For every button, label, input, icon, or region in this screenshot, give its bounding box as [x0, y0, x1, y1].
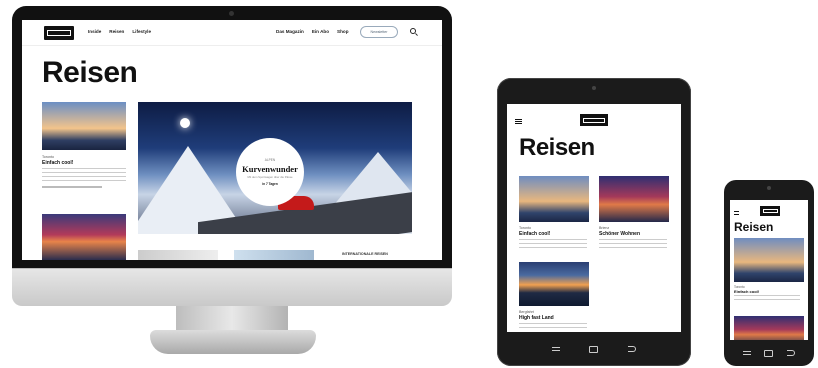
- home-icon[interactable]: [589, 345, 599, 353]
- hero-article[interactable]: ALPEN Kurvenwunder Mit dem Sportwagen üb…: [138, 102, 412, 234]
- article-meta: [42, 186, 102, 188]
- article-teaser-text: [599, 239, 667, 249]
- article-title[interactable]: Einfach cool!: [42, 160, 73, 166]
- secondary-nav: Das Magazin Ein Abo Shop: [276, 29, 349, 34]
- hamburger-menu-icon[interactable]: [515, 119, 522, 124]
- desktop-header: Inside Reisen Lifestyle Das Magazin Ein …: [22, 20, 442, 46]
- article-teaser-text: [734, 295, 800, 303]
- article-tile[interactable]: [138, 250, 218, 260]
- nav-link-lifestyle[interactable]: Lifestyle: [132, 29, 151, 34]
- camera-icon: [229, 11, 234, 16]
- page-title: Reisen: [42, 56, 138, 89]
- nav-link-abo[interactable]: Ein Abo: [312, 29, 329, 34]
- article-kicker: Bergfahrt: [519, 310, 534, 314]
- moon-graphic: [180, 118, 190, 128]
- newsletter-button[interactable]: Newsletter: [360, 26, 398, 38]
- article-kicker: Toronto: [42, 155, 54, 159]
- nav-link-reisen[interactable]: Reisen: [109, 29, 124, 34]
- menu-icon[interactable]: [551, 347, 560, 351]
- hero-duration: in 7 Tagen: [262, 182, 278, 186]
- article-title[interactable]: Schöner Wohnen: [599, 231, 640, 237]
- article-tile[interactable]: [234, 250, 314, 260]
- phone-device: Reisen Toronto Einfach cool!: [724, 180, 814, 366]
- tablet-device: Reisen Toronto Einfach cool! Brienz Schö…: [497, 78, 691, 366]
- article-title[interactable]: Einfach cool!: [734, 289, 759, 294]
- hero-title-badge[interactable]: ALPEN Kurvenwunder Mit dem Sportwagen üb…: [236, 138, 304, 206]
- back-icon[interactable]: [787, 350, 796, 356]
- article-teaser-text: [519, 239, 587, 249]
- nav-link-magazin[interactable]: Das Magazin: [276, 29, 304, 34]
- article-image-toronto[interactable]: [519, 176, 589, 222]
- article-title[interactable]: High fast Land: [519, 315, 554, 321]
- desktop-screen: Inside Reisen Lifestyle Das Magazin Ein …: [22, 20, 442, 260]
- article-image-toronto[interactable]: [734, 238, 804, 282]
- page-title: Reisen: [734, 220, 774, 234]
- search-icon[interactable]: [410, 28, 416, 34]
- article-teaser-text: [519, 323, 587, 331]
- hero-title: Kurvenwunder: [242, 164, 298, 174]
- tablet-system-nav: [537, 340, 651, 358]
- hero-subtitle: Mit dem Sportwagen über die Pässe: [247, 175, 293, 179]
- monitor-stand: [176, 306, 288, 332]
- site-logo[interactable]: [580, 114, 608, 126]
- article-title[interactable]: Einfach cool!: [519, 231, 550, 237]
- hero-kicker: ALPEN: [264, 158, 276, 162]
- camera-icon: [767, 186, 771, 190]
- phone-system-nav: [736, 346, 802, 360]
- main-nav: Inside Reisen Lifestyle: [88, 29, 151, 34]
- back-icon[interactable]: [628, 346, 637, 352]
- site-logo[interactable]: [44, 26, 74, 40]
- camera-icon: [592, 86, 596, 90]
- nav-link-inside[interactable]: Inside: [88, 29, 101, 34]
- article-image-brienz[interactable]: [599, 176, 669, 222]
- section-heading: INTERNATIONALE REISEN: [342, 252, 388, 256]
- phone-screen: Reisen Toronto Einfach cool!: [730, 200, 808, 340]
- desktop-monitor: Inside Reisen Lifestyle Das Magazin Ein …: [12, 6, 452, 268]
- article-image-toronto[interactable]: [42, 102, 126, 150]
- article-image-sunset[interactable]: [42, 214, 126, 260]
- article-image-sunset[interactable]: [734, 316, 804, 340]
- article-kicker: Brienz: [599, 226, 610, 230]
- article-kicker: Toronto: [519, 226, 531, 230]
- monitor-base: [150, 330, 316, 354]
- home-icon[interactable]: [764, 349, 774, 357]
- hamburger-menu-icon[interactable]: [734, 211, 739, 215]
- article-teaser-text: [42, 168, 126, 182]
- monitor-chin: [12, 268, 452, 306]
- nav-link-shop[interactable]: Shop: [337, 29, 348, 34]
- page-title: Reisen: [519, 134, 595, 161]
- menu-icon[interactable]: [742, 351, 751, 355]
- site-logo[interactable]: [760, 206, 780, 216]
- responsive-devices-scene: Inside Reisen Lifestyle Das Magazin Ein …: [0, 0, 818, 368]
- tablet-screen: Reisen Toronto Einfach cool! Brienz Schö…: [507, 104, 681, 332]
- article-image-lake[interactable]: [519, 262, 589, 306]
